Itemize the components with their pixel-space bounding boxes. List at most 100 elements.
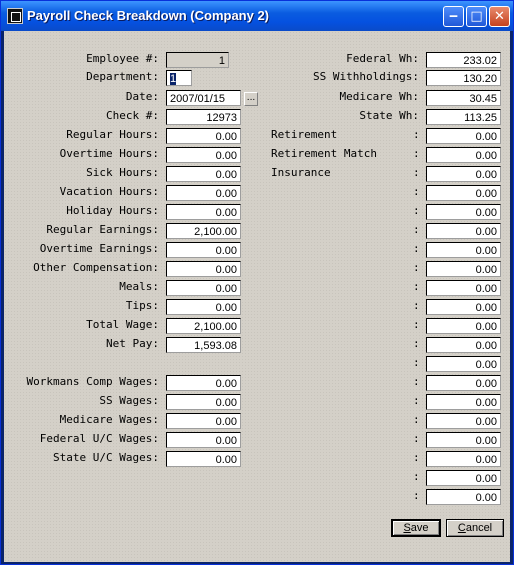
check-number-field[interactable]: 12973 bbox=[166, 109, 241, 125]
maximize-icon[interactable]: □ bbox=[466, 6, 487, 27]
extra-deduction-field[interactable]: 0.00 bbox=[426, 489, 501, 505]
ss-withholdings-label: SS Withholdings: bbox=[313, 70, 419, 83]
app-icon[interactable] bbox=[7, 8, 23, 24]
extra-deduction-field[interactable]: 0.00 bbox=[426, 318, 501, 334]
extra-deduction-field[interactable]: 0.00 bbox=[426, 394, 501, 410]
extra-deduction-colon: : bbox=[413, 204, 420, 217]
medicare-wh-label: Medicare Wh: bbox=[339, 90, 419, 103]
regular-earnings-label: Regular Earnings: bbox=[46, 223, 159, 236]
minimize-icon[interactable]: ‒ bbox=[443, 6, 464, 27]
vacation-hours-field[interactable]: 0.00 bbox=[166, 185, 241, 201]
extra-deduction-colon: : bbox=[413, 280, 420, 293]
extra-deduction-field[interactable]: 0.00 bbox=[426, 223, 501, 239]
federal-uc-wages-field[interactable]: 0.00 bbox=[166, 432, 241, 448]
ss-wages-label: SS Wages: bbox=[99, 394, 159, 407]
extra-deduction-field[interactable]: 0.00 bbox=[426, 204, 501, 220]
department-value: 1 bbox=[170, 73, 177, 85]
state-uc-wages-field[interactable]: 0.00 bbox=[166, 451, 241, 467]
meals-field[interactable]: 0.00 bbox=[166, 280, 241, 296]
extra-deduction-field[interactable]: 0.00 bbox=[426, 185, 501, 201]
state-uc-wages-label: State U/C Wages: bbox=[53, 451, 159, 464]
extra-deduction-colon: : bbox=[413, 318, 420, 331]
retirement-label: Retirement bbox=[271, 128, 338, 141]
extra-deduction-colon: : bbox=[413, 337, 420, 350]
extra-deduction-field[interactable]: 0.00 bbox=[426, 432, 501, 448]
form-client-area: Employee #: Department: Date: Check #: R… bbox=[4, 31, 510, 562]
federal-wh-field[interactable]: 233.02 bbox=[426, 52, 501, 68]
payroll-check-window: Payroll Check Breakdown (Company 2) ‒ □ … bbox=[0, 0, 514, 565]
extra-deduction-colon: : bbox=[413, 185, 420, 198]
window-title: Payroll Check Breakdown (Company 2) bbox=[27, 8, 270, 23]
extra-deduction-field[interactable]: 0.00 bbox=[426, 261, 501, 277]
check-label: Check #: bbox=[106, 109, 159, 122]
tips-field[interactable]: 0.00 bbox=[166, 299, 241, 315]
extra-deduction-colon: : bbox=[413, 242, 420, 255]
holiday-hours-field[interactable]: 0.00 bbox=[166, 204, 241, 220]
extra-deduction-colon: : bbox=[413, 299, 420, 312]
extra-deduction-colon: : bbox=[413, 356, 420, 369]
insurance-colon: : bbox=[413, 166, 420, 179]
date-field[interactable]: 2007/01/15 bbox=[166, 90, 241, 106]
save-button-label: Save bbox=[403, 522, 429, 534]
tips-label: Tips: bbox=[125, 299, 159, 312]
date-label: Date: bbox=[125, 90, 159, 103]
extra-deduction-colon: : bbox=[413, 375, 420, 388]
extra-deduction-field[interactable]: 0.00 bbox=[426, 451, 501, 467]
extra-deduction-field[interactable]: 0.00 bbox=[426, 280, 501, 296]
extra-deduction-field[interactable]: 0.00 bbox=[426, 299, 501, 315]
extra-deduction-colon: : bbox=[413, 413, 420, 426]
extra-deduction-field[interactable]: 0.00 bbox=[426, 356, 501, 372]
insurance-label: Insurance bbox=[271, 166, 331, 179]
cancel-button[interactable]: Cancel bbox=[446, 519, 504, 537]
federal-wh-label: Federal Wh: bbox=[346, 52, 419, 65]
regular-earnings-field[interactable]: 2,100.00 bbox=[166, 223, 241, 239]
department-label: Department: bbox=[86, 70, 159, 83]
regular-hours-label: Regular Hours: bbox=[66, 128, 159, 141]
medicare-wh-field[interactable]: 30.45 bbox=[426, 90, 501, 106]
overtime-hours-label: Overtime Hours: bbox=[59, 147, 159, 160]
extra-deduction-field[interactable]: 0.00 bbox=[426, 470, 501, 486]
extra-deduction-field[interactable]: 0.00 bbox=[426, 242, 501, 258]
total-wage-field[interactable]: 2,100.00 bbox=[166, 318, 241, 334]
employee-label: Employee #: bbox=[86, 52, 159, 65]
retirement-match-field[interactable]: 0.00 bbox=[426, 147, 501, 163]
ss-withholdings-field[interactable]: 130.20 bbox=[426, 70, 501, 86]
sick-hours-label: Sick Hours: bbox=[86, 166, 159, 179]
workmans-comp-wages-label: Workmans Comp Wages: bbox=[26, 375, 159, 388]
holiday-hours-label: Holiday Hours: bbox=[66, 204, 159, 217]
extra-deduction-colon: : bbox=[413, 394, 420, 407]
extra-deduction-field[interactable]: 0.00 bbox=[426, 413, 501, 429]
save-button[interactable]: Save bbox=[391, 519, 441, 537]
extra-deduction-colon: : bbox=[413, 470, 420, 483]
workmans-comp-wages-field[interactable]: 0.00 bbox=[166, 375, 241, 391]
overtime-hours-field[interactable]: 0.00 bbox=[166, 147, 241, 163]
extra-deduction-colon: : bbox=[413, 489, 420, 502]
state-wh-label: State Wh: bbox=[359, 109, 419, 122]
net-pay-field[interactable]: 1,593.08 bbox=[166, 337, 241, 353]
other-compensation-field[interactable]: 0.00 bbox=[166, 261, 241, 277]
retirement-colon: : bbox=[413, 128, 420, 141]
extra-deduction-field[interactable]: 0.00 bbox=[426, 375, 501, 391]
department-field[interactable]: 1 bbox=[166, 70, 192, 86]
close-icon[interactable]: ✕ bbox=[489, 6, 510, 27]
date-picker-button[interactable]: ... bbox=[244, 92, 258, 106]
state-wh-field[interactable]: 113.25 bbox=[426, 109, 501, 125]
regular-hours-field[interactable]: 0.00 bbox=[166, 128, 241, 144]
medicare-wages-label: Medicare Wages: bbox=[59, 413, 159, 426]
extra-deduction-field[interactable]: 0.00 bbox=[426, 337, 501, 353]
employee-field[interactable]: 1 bbox=[166, 52, 229, 68]
insurance-field[interactable]: 0.00 bbox=[426, 166, 501, 182]
retirement-field[interactable]: 0.00 bbox=[426, 128, 501, 144]
overtime-earnings-label: Overtime Earnings: bbox=[39, 242, 159, 255]
extra-deduction-colon: : bbox=[413, 223, 420, 236]
extra-deduction-colon: : bbox=[413, 432, 420, 445]
extra-deduction-colon: : bbox=[413, 451, 420, 464]
title-bar[interactable]: Payroll Check Breakdown (Company 2) ‒ □ … bbox=[1, 1, 513, 31]
ss-wages-field[interactable]: 0.00 bbox=[166, 394, 241, 410]
net-pay-label: Net Pay: bbox=[106, 337, 159, 350]
sick-hours-field[interactable]: 0.00 bbox=[166, 166, 241, 182]
federal-uc-wages-label: Federal U/C Wages: bbox=[39, 432, 159, 445]
retirement-match-label: Retirement Match bbox=[271, 147, 377, 160]
medicare-wages-field[interactable]: 0.00 bbox=[166, 413, 241, 429]
overtime-earnings-field[interactable]: 0.00 bbox=[166, 242, 241, 258]
